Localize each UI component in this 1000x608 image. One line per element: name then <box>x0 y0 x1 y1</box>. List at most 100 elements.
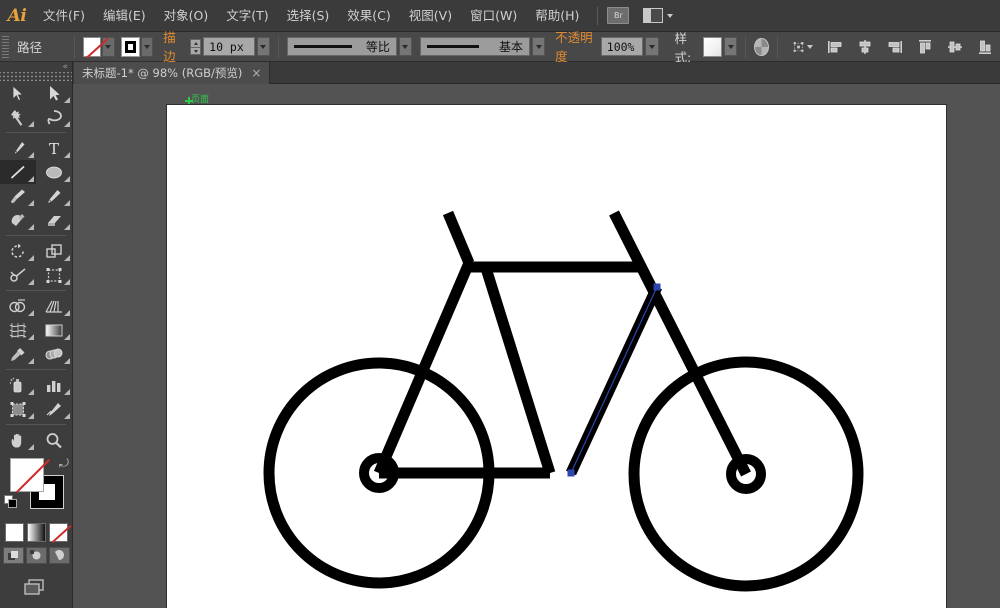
mesh-tool[interactable] <box>0 318 36 342</box>
stroke-profile-select[interactable]: 等比 <box>286 37 397 56</box>
align-right-icon[interactable] <box>887 38 903 56</box>
divider <box>776 35 778 58</box>
brush-line-icon <box>426 45 479 48</box>
eraser-tool[interactable] <box>36 208 72 232</box>
stroke-profile-dropdown[interactable] <box>398 37 413 56</box>
drawing-mode-buttons <box>0 547 72 564</box>
width-tool[interactable] <box>0 263 36 287</box>
blob-brush-tool[interactable] <box>0 208 36 232</box>
workspace-switcher[interactable] <box>643 8 674 23</box>
align-top-icon[interactable] <box>917 38 933 56</box>
stroke-weight-stepper[interactable] <box>190 38 202 55</box>
rotate-tool[interactable] <box>0 239 36 263</box>
align-center-horizontal-icon[interactable] <box>857 38 873 56</box>
selection-tool[interactable] <box>0 81 36 105</box>
scale-tool[interactable] <box>36 239 72 263</box>
anchor-point-top <box>653 283 661 291</box>
stroke-link-label[interactable]: 描边 <box>163 27 184 66</box>
artboard[interactable] <box>166 104 947 608</box>
swap-fill-stroke-icon[interactable]: ⤾ <box>59 456 69 471</box>
close-icon[interactable]: × <box>251 66 261 80</box>
profile-line-icon <box>293 45 352 48</box>
gradient-button[interactable] <box>26 523 46 542</box>
lasso-tool[interactable] <box>36 105 72 129</box>
column-graph-tool[interactable] <box>36 373 72 397</box>
brush-definition-select[interactable]: 基本 <box>419 37 530 56</box>
paintbrush-tool[interactable] <box>0 184 36 208</box>
bicycle-artwork[interactable] <box>167 105 948 608</box>
pencil-tool[interactable] <box>36 184 72 208</box>
illustrator-window: Ai 文件(F) 编辑(E) 对象(O) 文字(T) 选择(S) 效果(C) 视… <box>0 0 1000 608</box>
draw-normal-button[interactable] <box>2 547 24 564</box>
eyedropper-tool[interactable] <box>0 342 36 366</box>
fill-swatch[interactable] <box>83 36 102 57</box>
app-logo: Ai <box>7 5 27 26</box>
zoom-tool[interactable] <box>36 428 72 452</box>
menu-file[interactable]: 文件(F) <box>34 0 94 32</box>
gradient-tool[interactable] <box>36 318 72 342</box>
align-center-vertical-icon[interactable] <box>947 38 963 56</box>
line-segment-tool[interactable] <box>0 160 36 184</box>
slice-tool[interactable] <box>36 397 72 421</box>
menu-window[interactable]: 窗口(W) <box>461 0 526 32</box>
fill-color-swatch[interactable] <box>10 458 44 492</box>
menu-effect[interactable]: 效果(C) <box>338 0 399 32</box>
color-button[interactable] <box>4 523 24 542</box>
brush-dropdown[interactable] <box>531 37 546 56</box>
draw-inside-button[interactable] <box>48 547 70 564</box>
divider <box>74 35 76 58</box>
hand-tool[interactable] <box>0 428 36 452</box>
object-type-label: 路径 <box>17 40 43 55</box>
document-tab[interactable]: 未标题-1* @ 98% (RGB/预览) × <box>74 62 271 84</box>
stroke-profile-label: 等比 <box>365 40 390 54</box>
opacity-link-label[interactable]: 不透明度 <box>555 27 595 66</box>
ellipse-tool[interactable] <box>36 160 72 184</box>
stroke-weight-field[interactable]: 10 px <box>203 37 255 56</box>
direct-selection-tool[interactable] <box>36 81 72 105</box>
symbol-sprayer-tool[interactable] <box>0 373 36 397</box>
menu-type[interactable]: 文字(T) <box>217 0 277 32</box>
align-left-icon[interactable] <box>827 38 843 56</box>
stroke-dropdown[interactable] <box>140 36 154 57</box>
graphic-style-swatch[interactable] <box>702 36 723 57</box>
opacity-dropdown[interactable] <box>645 37 659 56</box>
fill-stroke-widget: ⤾ <box>0 456 72 520</box>
stroke-swatch[interactable] <box>120 36 140 57</box>
graphic-style-dropdown[interactable] <box>724 37 738 56</box>
stroke-weight-dropdown[interactable] <box>256 37 270 56</box>
none-button[interactable] <box>48 523 68 542</box>
tool-grid: T <box>0 81 72 452</box>
control-bar-grip[interactable] <box>2 35 10 58</box>
divider <box>745 35 747 58</box>
document-tab-bar: 未标题-1* @ 98% (RGB/预览) × <box>0 62 1000 84</box>
free-transform-tool[interactable] <box>36 263 72 287</box>
seat-post <box>442 210 475 266</box>
opacity-field[interactable]: 100% <box>600 37 644 56</box>
transform-panel-icon[interactable] <box>793 38 813 56</box>
blend-tool[interactable] <box>36 342 72 366</box>
recolor-artwork-icon[interactable] <box>754 37 769 56</box>
menu-edit[interactable]: 编辑(E) <box>94 0 155 32</box>
menu-view[interactable]: 视图(V) <box>400 0 461 32</box>
color-mode-buttons <box>0 523 72 542</box>
menu-select[interactable]: 选择(S) <box>278 0 339 32</box>
screen-mode-button[interactable] <box>0 578 72 598</box>
chevron-down-icon <box>667 13 674 18</box>
perspective-grid-tool[interactable] <box>36 294 72 318</box>
magic-wand-tool[interactable] <box>0 105 36 129</box>
divider <box>277 35 279 58</box>
brush-label: 基本 <box>498 40 523 54</box>
type-tool[interactable]: T <box>36 136 72 160</box>
selected-path-highlight <box>570 286 658 474</box>
bridge-icon[interactable]: Br <box>607 7 630 24</box>
canvas-area[interactable]: 页面 <box>73 84 1000 608</box>
draw-behind-button[interactable] <box>25 547 47 564</box>
shape-builder-tool[interactable] <box>0 294 36 318</box>
toolbar-collapse-button[interactable]: « <box>0 62 72 72</box>
align-bottom-icon[interactable] <box>977 38 993 56</box>
document-tab-title: 未标题-1* @ 98% (RGB/预览) <box>82 66 243 80</box>
pen-tool[interactable] <box>0 136 36 160</box>
toolbar-drag-handle[interactable] <box>0 72 72 81</box>
menu-bar: Ai 文件(F) 编辑(E) 对象(O) 文字(T) 选择(S) 效果(C) 视… <box>0 0 1000 32</box>
artboard-tool[interactable] <box>0 397 36 421</box>
